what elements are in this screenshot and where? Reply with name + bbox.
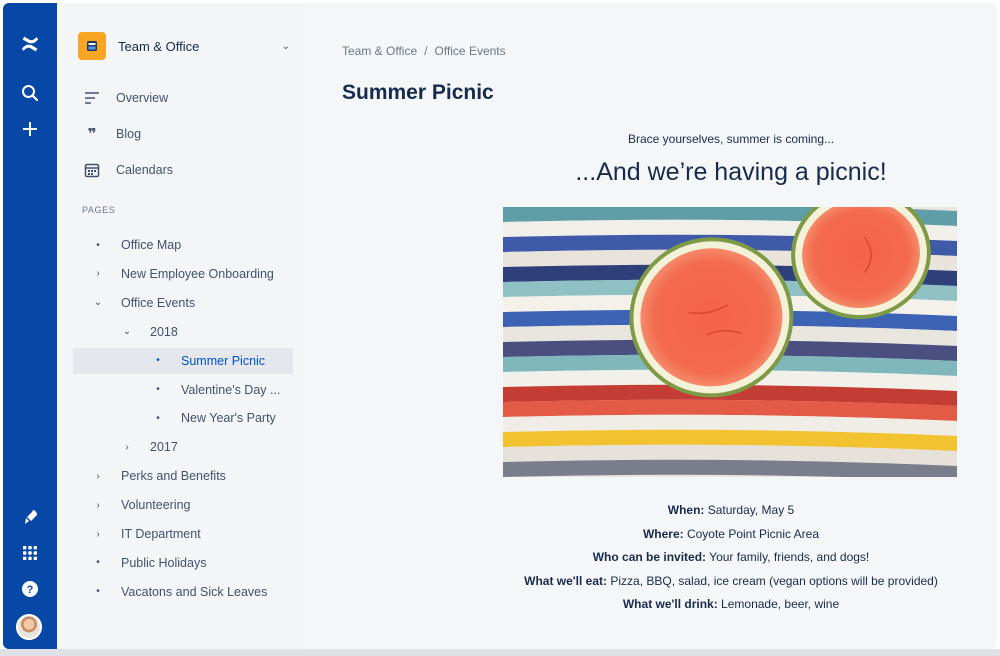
sidebar-link-blog[interactable]: ❞ Blog xyxy=(82,122,141,146)
chevron-down-icon[interactable]: ⌄ xyxy=(282,41,290,52)
chevron-right-icon[interactable]: › xyxy=(91,268,105,279)
page-tree-item[interactable]: › New Employee Onboarding xyxy=(91,261,274,287)
space-name: Team & Office xyxy=(118,38,200,54)
quote-icon: ❞ xyxy=(87,126,97,143)
sidebar-link-calendars[interactable]: Calendars xyxy=(82,158,173,182)
space-switcher[interactable]: Team & Office ⌄ xyxy=(78,31,290,61)
page-tree-label: 2018 xyxy=(150,324,178,339)
pages-heading: PAGES xyxy=(82,205,116,215)
breadcrumb-item-space[interactable]: Team & Office xyxy=(342,44,417,58)
page-tree-label: Valentine's Day ... xyxy=(181,382,281,397)
page-tree-item[interactable]: › 2017 xyxy=(120,434,178,460)
page-tree-label: New Year's Party xyxy=(181,411,276,426)
page-tree-item[interactable]: • Public Holidays xyxy=(91,550,206,576)
page-tree-item[interactable]: • Valentine's Day ... xyxy=(151,377,280,403)
page-title: Summer Picnic xyxy=(342,81,494,104)
space-logo-icon xyxy=(78,32,106,60)
page-tagline: Brace yourselves, summer is coming... xyxy=(627,132,835,146)
page-tree-label: Volunteering xyxy=(121,498,191,513)
page-tree-item[interactable]: › Volunteering xyxy=(91,492,191,518)
breadcrumb-separator: / xyxy=(424,44,428,58)
bullet-icon: • xyxy=(96,586,100,598)
page-tree-label: Public Holidays xyxy=(121,555,207,570)
sidebar-link-overview[interactable]: Overview xyxy=(82,86,168,110)
page-tree-item[interactable]: • Vacatons and Sick Leaves xyxy=(91,579,267,605)
chevron-right-icon[interactable]: › xyxy=(91,471,105,482)
space-sidebar: Team & Office ⌄ Overview ❞ Blog Calendar… xyxy=(57,3,305,649)
page-tree-label: Summer Picnic xyxy=(181,353,266,368)
page-tree-item[interactable]: • New Year's Party xyxy=(151,405,276,431)
svg-text:?: ? xyxy=(27,584,34,596)
chevron-right-icon[interactable]: › xyxy=(91,500,105,511)
detail-drink: What we'll drink: Lemonade, beer, wine xyxy=(622,597,840,611)
page-tree-label: 2017 xyxy=(150,440,178,455)
page-tree-label: IT Department xyxy=(121,527,201,541)
page-tree-item[interactable]: ⌄ 2018 xyxy=(120,319,178,345)
sidebar-link-label: Calendars xyxy=(116,163,173,177)
page-headline: ...And we’re having a picnic! xyxy=(575,158,887,186)
event-details: When: Saturday, May 5 Where: Coyote Poin… xyxy=(485,499,977,617)
detail-where: Where: Coyote Point Picnic Area xyxy=(642,526,820,541)
chevron-down-icon[interactable]: ⌄ xyxy=(120,326,134,337)
confluence-logo-icon[interactable] xyxy=(14,28,46,60)
detail-eat: What we'll eat: Pizza, BBQ, salad, ice c… xyxy=(524,573,938,588)
bullet-icon: • xyxy=(156,355,160,367)
detail-invited: Who can be invited: Your family, friends… xyxy=(592,550,870,564)
breadcrumb: Team & Office / Office Events xyxy=(342,44,506,58)
chevron-down-icon[interactable]: ⌄ xyxy=(91,297,105,308)
app-window: ? Team & Office ⌄ Overview ❞ Blog Calend… xyxy=(3,3,997,649)
bullet-icon: • xyxy=(156,384,160,395)
window-bottom-edge xyxy=(0,649,1000,656)
bullet-icon: • xyxy=(96,557,100,569)
page-tree-label: Office Events xyxy=(121,295,196,310)
page-tree-label: New Employee Onboarding xyxy=(121,266,274,281)
page-tree-label: Perks and Benefits xyxy=(121,469,226,484)
overview-icon xyxy=(82,88,102,108)
page-tree-item[interactable]: › IT Department xyxy=(91,521,201,547)
page-tree-item[interactable]: • Summer Picnic xyxy=(73,347,293,374)
bullet-icon: • xyxy=(96,239,100,251)
search-icon[interactable] xyxy=(14,77,46,109)
notifications-rocket-icon[interactable] xyxy=(14,501,46,533)
app-switcher-icon[interactable] xyxy=(14,537,46,569)
user-avatar[interactable] xyxy=(16,614,42,640)
page-tree-item[interactable]: • Office Map xyxy=(91,232,181,258)
page-tree-item[interactable]: ⌄ Office Events xyxy=(91,290,195,316)
page-tree-label: Office Map xyxy=(121,238,182,252)
calendar-icon xyxy=(82,160,102,180)
watermelon-picnic-image xyxy=(503,207,957,477)
create-icon[interactable] xyxy=(14,113,46,145)
global-nav: ? xyxy=(3,3,57,649)
help-icon[interactable]: ? xyxy=(14,573,46,605)
sidebar-link-label: Overview xyxy=(116,91,169,105)
sidebar-link-label: Blog xyxy=(116,127,142,141)
chevron-right-icon[interactable]: › xyxy=(91,529,105,540)
bullet-icon: • xyxy=(156,412,160,424)
page-tree-label: Vacatons and Sick Leaves xyxy=(121,584,268,599)
chevron-right-icon[interactable]: › xyxy=(120,442,134,453)
breadcrumb-item-parent[interactable]: Office Events xyxy=(434,44,505,58)
page-tree-item[interactable]: › Perks and Benefits xyxy=(91,463,226,489)
detail-when: When: Saturday, May 5 xyxy=(667,503,795,517)
page-content: Team & Office / Office Events Summer Pic… xyxy=(305,3,997,649)
